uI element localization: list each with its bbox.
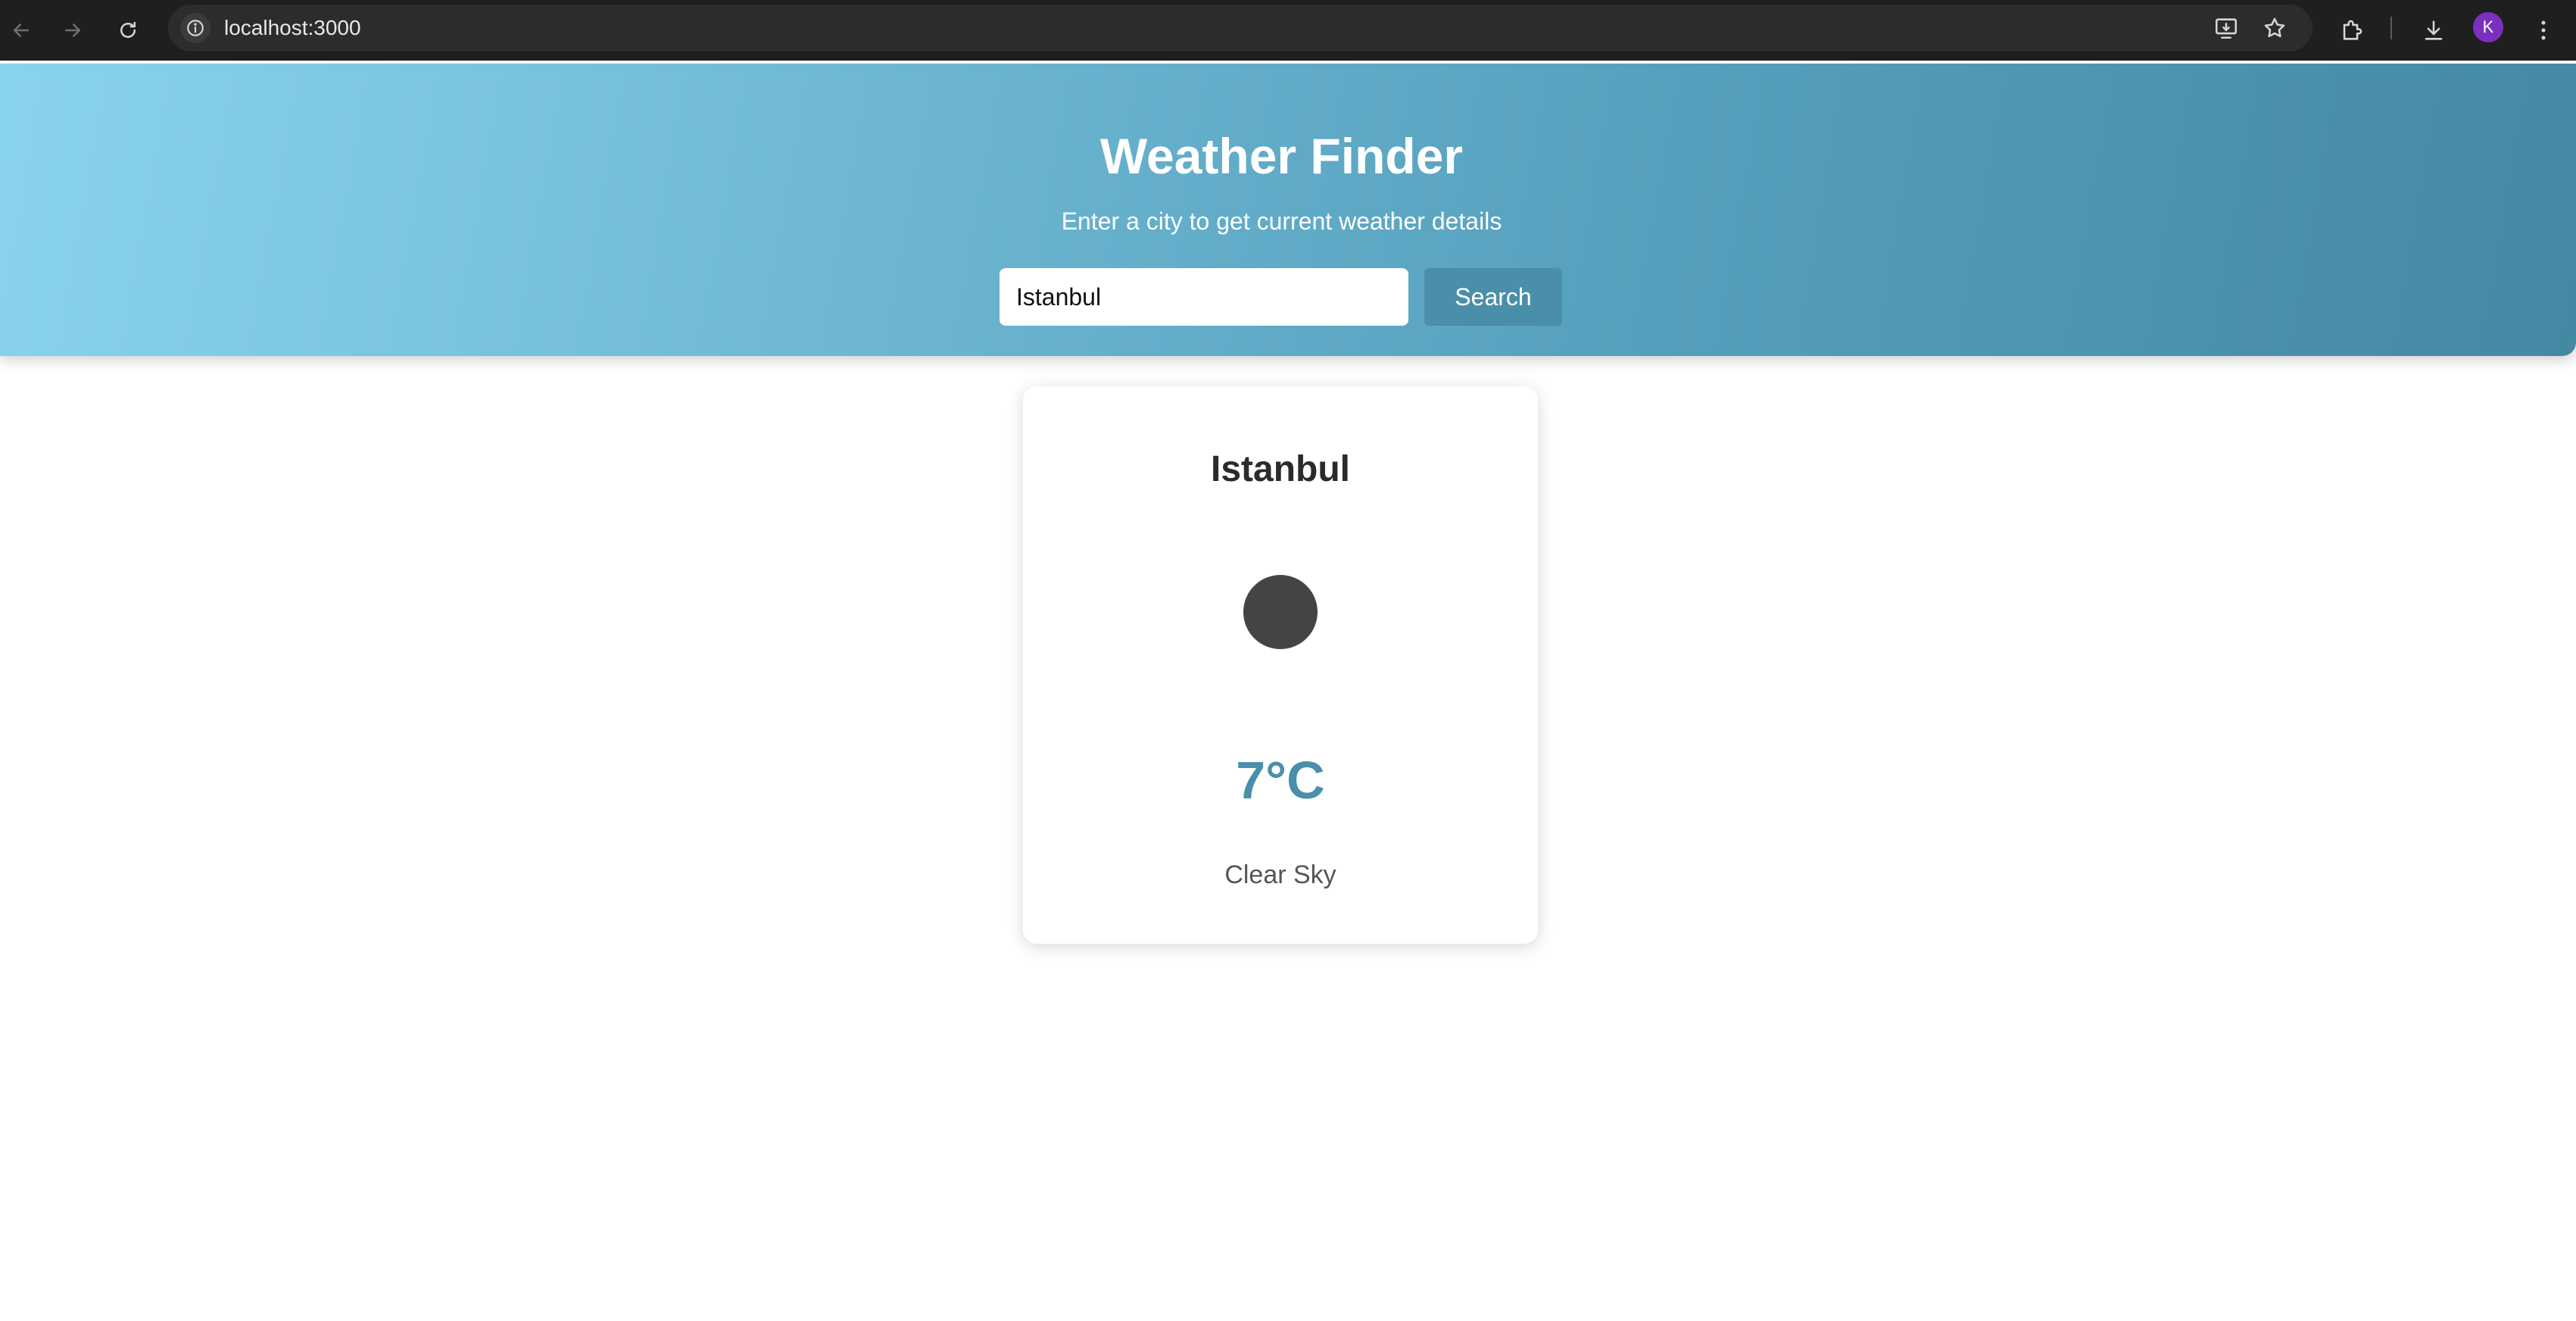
page-subtitle: Enter a city to get current weather deta… bbox=[1061, 208, 1502, 235]
hero-header: Weather Finder Enter a city to get curre… bbox=[0, 64, 2576, 356]
star-icon bbox=[2264, 17, 2285, 38]
kebab-menu-icon bbox=[2541, 20, 2546, 40]
weather-condition: Clear Sky bbox=[1224, 860, 1336, 889]
weather-circle-icon bbox=[1243, 575, 1318, 649]
bookmark-button[interactable] bbox=[2261, 14, 2288, 42]
page-title: Weather Finder bbox=[1099, 128, 1464, 184]
toolbar-divider bbox=[2390, 17, 2392, 39]
city-search-input[interactable] bbox=[1000, 268, 1408, 326]
download-icon bbox=[2425, 20, 2443, 40]
temperature-value: 7°C bbox=[1236, 751, 1325, 810]
search-button[interactable]: Search bbox=[1424, 268, 1562, 326]
reload-icon bbox=[120, 21, 136, 38]
url-text[interactable]: localhost:3000 bbox=[224, 15, 361, 41]
downloads-button[interactable] bbox=[2415, 12, 2452, 48]
reload-button[interactable] bbox=[110, 12, 146, 48]
install-app-icon bbox=[2215, 18, 2238, 39]
city-name: Istanbul bbox=[1210, 449, 1350, 489]
browser-toolbar: localhost:3000 K bbox=[0, 0, 2576, 61]
puzzle-icon bbox=[2343, 20, 2362, 40]
address-bar[interactable]: localhost:3000 bbox=[168, 5, 2312, 52]
forward-button[interactable] bbox=[55, 12, 91, 48]
arrow-left-icon bbox=[14, 23, 29, 37]
weather-card: Istanbul 7°C Clear Sky bbox=[1023, 386, 1538, 944]
browser-menu-button[interactable] bbox=[2525, 12, 2562, 48]
back-button[interactable] bbox=[3, 12, 39, 48]
arrow-right-icon bbox=[65, 23, 80, 37]
site-info-button[interactable] bbox=[180, 13, 211, 43]
info-icon bbox=[187, 20, 204, 36]
install-app-button[interactable] bbox=[2213, 14, 2240, 42]
extensions-button[interactable] bbox=[2334, 12, 2370, 48]
profile-avatar[interactable]: K bbox=[2473, 12, 2503, 42]
